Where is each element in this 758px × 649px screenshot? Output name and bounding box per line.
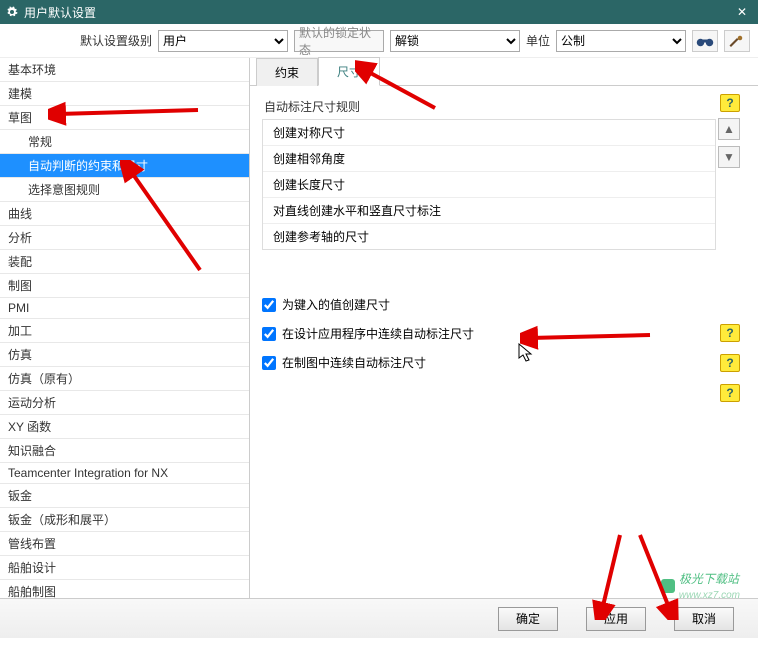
sidebar-item[interactable]: 制图	[0, 274, 249, 298]
check-options: 为键入的值创建尺寸在设计应用程序中连续自动标注尺寸在制图中连续自动标注尺寸	[262, 290, 746, 377]
section-title: 自动标注尺寸规则	[262, 94, 746, 119]
sidebar-item[interactable]: 钣金	[0, 484, 249, 508]
check-label: 在制图中连续自动标注尺寸	[282, 354, 426, 371]
help-icon[interactable]: ?	[720, 354, 740, 372]
level-label: 默认设置级别	[80, 32, 152, 49]
sidebar-item[interactable]: 知识融合	[0, 439, 249, 463]
sidebar-item[interactable]: 草图	[0, 106, 249, 130]
cancel-button[interactable]: 取消	[674, 607, 734, 631]
sidebar-item[interactable]: 船舶制图	[0, 580, 249, 598]
sidebar-item[interactable]: 钣金（成形和展平）	[0, 508, 249, 532]
checkbox[interactable]	[262, 327, 276, 341]
help-icon[interactable]: ?	[720, 94, 740, 112]
move-up-button[interactable]: ▲	[718, 118, 740, 140]
tabs: 约束尺寸	[250, 58, 758, 86]
rule-row[interactable]: 对直线创建水平和竖直尺寸标注	[263, 198, 715, 224]
sidebar-item[interactable]: PMI	[0, 298, 249, 319]
sidebar[interactable]: 基本环境建模草图常规自动判断的约束和尺寸选择意图规则曲线分析装配制图PMI加工仿…	[0, 58, 250, 598]
binoculars-icon[interactable]	[692, 30, 718, 52]
check-row: 为键入的值创建尺寸	[262, 290, 746, 319]
sidebar-item[interactable]: 自动判断的约束和尺寸	[0, 154, 249, 178]
unit-select[interactable]: 公制	[556, 30, 686, 52]
rule-row[interactable]: 创建对称尺寸	[263, 120, 715, 146]
tab[interactable]: 约束	[256, 58, 318, 86]
tools-icon[interactable]	[724, 30, 750, 52]
rules-list[interactable]: 创建对称尺寸创建相邻角度创建长度尺寸对直线创建水平和竖直尺寸标注创建参考轴的尺寸	[262, 119, 716, 250]
checkbox[interactable]	[262, 298, 276, 312]
toolbar: 默认设置级别 用户 默认的锁定状态 解锁 单位 公制	[0, 24, 758, 58]
sidebar-item[interactable]: 运动分析	[0, 391, 249, 415]
checkbox[interactable]	[262, 356, 276, 370]
check-row: 在制图中连续自动标注尺寸	[262, 348, 746, 377]
gear-icon	[6, 6, 18, 18]
sidebar-item[interactable]: 管线布置	[0, 532, 249, 556]
watermark-text: 极光下载站	[679, 572, 739, 586]
sidebar-item[interactable]: 船舶设计	[0, 556, 249, 580]
help-icon[interactable]: ?	[720, 384, 740, 402]
level-select[interactable]: 用户	[158, 30, 288, 52]
help-icon[interactable]: ?	[720, 324, 740, 342]
sidebar-item[interactable]: 常规	[0, 130, 249, 154]
rule-row[interactable]: 创建长度尺寸	[263, 172, 715, 198]
apply-button[interactable]: 应用	[586, 607, 646, 631]
close-icon[interactable]: ✕	[732, 5, 752, 19]
content-area: 约束尺寸 自动标注尺寸规则 创建对称尺寸创建相邻角度创建长度尺寸对直线创建水平和…	[250, 58, 758, 598]
sidebar-item[interactable]: 仿真（原有）	[0, 367, 249, 391]
content-pane: 自动标注尺寸规则 创建对称尺寸创建相邻角度创建长度尺寸对直线创建水平和竖直尺寸标…	[250, 86, 758, 598]
sidebar-item[interactable]: 基本环境	[0, 58, 249, 82]
check-label: 在设计应用程序中连续自动标注尺寸	[282, 325, 474, 342]
ok-button[interactable]: 确定	[498, 607, 558, 631]
lock-select[interactable]: 解锁	[390, 30, 520, 52]
check-label: 为键入的值创建尺寸	[282, 296, 390, 313]
watermark-url: www.xz7.com	[679, 590, 740, 601]
footer: 确定 应用 取消	[0, 598, 758, 638]
sidebar-item[interactable]: 分析	[0, 226, 249, 250]
unit-label: 单位	[526, 32, 550, 49]
main-area: 基本环境建模草图常规自动判断的约束和尺寸选择意图规则曲线分析装配制图PMI加工仿…	[0, 58, 758, 598]
sidebar-item[interactable]: 加工	[0, 319, 249, 343]
sidebar-item[interactable]: 仿真	[0, 343, 249, 367]
sidebar-item[interactable]: 选择意图规则	[0, 178, 249, 202]
check-row: 在设计应用程序中连续自动标注尺寸	[262, 319, 746, 348]
rule-row[interactable]: 创建相邻角度	[263, 146, 715, 172]
window-title: 用户默认设置	[24, 4, 96, 21]
tab[interactable]: 尺寸	[318, 57, 380, 86]
titlebar: 用户默认设置 ✕	[0, 0, 758, 24]
sidebar-item[interactable]: XY 函数	[0, 415, 249, 439]
sidebar-item[interactable]: 建模	[0, 82, 249, 106]
lockstate-label: 默认的锁定状态	[294, 30, 384, 52]
sidebar-item[interactable]: Teamcenter Integration for NX	[0, 463, 249, 484]
move-down-button[interactable]: ▼	[718, 146, 740, 168]
sidebar-item[interactable]: 曲线	[0, 202, 249, 226]
reorder-buttons: ▲ ▼	[718, 118, 740, 168]
watermark: 极光下载站 www.xz7.com	[661, 570, 740, 601]
watermark-logo-icon	[661, 579, 675, 593]
rule-row[interactable]: 创建参考轴的尺寸	[263, 224, 715, 249]
sidebar-item[interactable]: 装配	[0, 250, 249, 274]
